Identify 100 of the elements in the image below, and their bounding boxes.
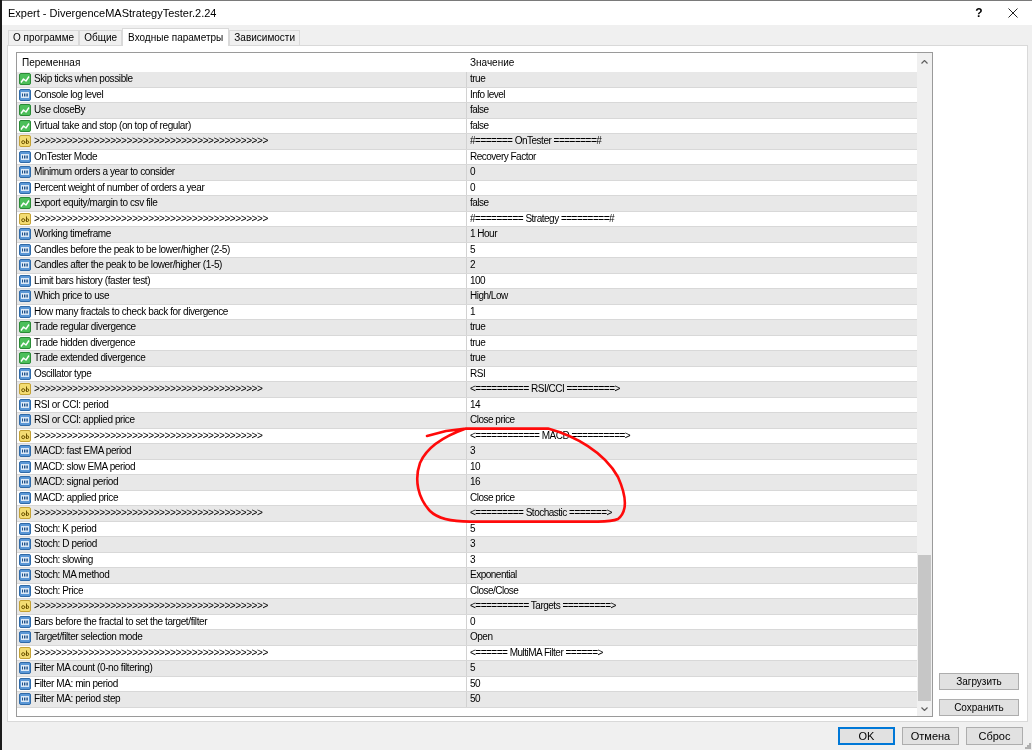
scrollbar-track[interactable] [917, 53, 932, 716]
dialog-button[interactable]: Сброс [966, 727, 1023, 745]
parameter-name: OnTester Mode [34, 151, 98, 162]
parameter-value[interactable]: 50 [470, 694, 481, 705]
parameter-name: >>>>>>>>>>>>>>>>>>>>>>>>>>>>>>>>>>>>>>>>>>> [34, 601, 268, 612]
parameter-value[interactable]: false [470, 198, 489, 209]
parameter-value[interactable]: Recovery Factor [470, 151, 536, 162]
number-tile-icon [19, 553, 31, 566]
number-tile-icon [19, 274, 31, 287]
parameter-name: Stoch: slowing [34, 554, 93, 565]
parameter-value[interactable]: true [470, 353, 486, 364]
side-button[interactable]: Сохранить [939, 699, 1019, 716]
parameter-value[interactable]: true [470, 74, 486, 85]
parameter-name: RSI or CCI: applied price [34, 415, 135, 426]
number-tile-icon [19, 677, 31, 690]
parameter-value[interactable]: 2 [470, 260, 476, 271]
parameter-value[interactable]: 3 [470, 539, 476, 550]
number-tile-icon [19, 662, 31, 675]
parameter-value[interactable]: false [470, 105, 489, 116]
parameter-value[interactable]: Open [470, 632, 493, 643]
number-tile-icon [19, 150, 31, 163]
parameter-value[interactable]: 14 [470, 399, 481, 410]
parameter-value[interactable]: <========== RSI/CCI =========> [470, 384, 620, 395]
parameter-name: Bars before the fractal to set the target/filter [34, 616, 208, 627]
parameter-value[interactable]: 10 [470, 461, 481, 472]
text-tile-icon [19, 212, 31, 225]
parameter-name: >>>>>>>>>>>>>>>>>>>>>>>>>>>>>>>>>>>>>>>>>>> [34, 136, 268, 147]
parameter-value[interactable]: <========== Targets =========> [470, 601, 616, 612]
parameter-name: Limit bars history (faster test) [34, 275, 151, 286]
chevron-up-icon [921, 59, 928, 64]
number-tile-icon [19, 305, 31, 318]
tab[interactable]: О программе [8, 30, 80, 45]
tab[interactable]: Зависимости [229, 30, 300, 45]
parameter-value[interactable]: 5 [470, 663, 476, 674]
resize-grip-icon[interactable] [1025, 743, 1031, 749]
parameter-name: >>>>>>>>>>>>>>>>>>>>>>>>>>>>>>>>>>>>>>>>>>> [34, 647, 268, 658]
scrollbar-thumb[interactable] [918, 555, 931, 701]
number-tile-icon [19, 538, 31, 551]
text-tile-icon [19, 646, 31, 659]
text-tile-icon [19, 507, 31, 520]
parameter-value[interactable]: Close/Close [470, 585, 519, 596]
number-tile-icon [19, 445, 31, 458]
number-tile-icon [19, 259, 31, 272]
side-button[interactable]: Загрузить [939, 673, 1019, 690]
close-icon [1008, 8, 1018, 18]
parameter-name: MACD: slow EMA period [34, 461, 136, 472]
parameter-value[interactable]: true [470, 322, 486, 333]
number-tile-icon [19, 181, 31, 194]
parameter-name: RSI or CCI: period [34, 399, 109, 410]
dialog-button[interactable]: OK [838, 727, 895, 745]
dialog-button[interactable]: Отмена [902, 727, 959, 745]
parameter-value[interactable]: #======= OnTester ========# [470, 136, 602, 147]
chevron-down-icon [921, 706, 928, 711]
number-tile-icon [19, 228, 31, 241]
number-tile-icon [19, 414, 31, 427]
help-button[interactable]: ? [964, 1, 994, 25]
parameter-name: Percent weight of number of orders a year [34, 182, 205, 193]
parameter-name: Export equity/margin to csv file [34, 198, 158, 209]
parameter-value[interactable]: 3 [470, 446, 476, 457]
parameter-name: Stoch: K period [34, 523, 97, 534]
parameter-value[interactable]: <========= Stochastic =======> [470, 508, 612, 519]
parameter-name: Which price to use [34, 291, 110, 302]
parameter-value[interactable]: 0 [470, 616, 476, 627]
parameter-name: Stoch: D period [34, 539, 97, 550]
tab[interactable]: Общие [79, 30, 123, 45]
parameter-value[interactable]: 5 [470, 523, 476, 534]
parameter-value[interactable]: false [470, 120, 489, 131]
text-tile-icon [19, 383, 31, 396]
number-tile-icon [19, 367, 31, 380]
parameter-value[interactable]: High/Low [470, 291, 508, 302]
parameter-value[interactable]: Exponential [470, 570, 517, 581]
parameter-value[interactable]: 16 [470, 477, 481, 488]
parameter-name: MACD: applied price [34, 492, 119, 503]
tab[interactable]: Входные параметры [122, 28, 230, 46]
parameter-value[interactable]: <====== MultiMA Filter ======> [470, 647, 603, 658]
parameter-value[interactable]: Info level [470, 89, 506, 100]
parameter-name: Oscillator type [34, 368, 92, 379]
column-header[interactable]: Переменная [22, 57, 81, 68]
column-header[interactable]: Значение [470, 57, 515, 68]
parameter-value[interactable]: true [470, 337, 486, 348]
parameter-value[interactable]: Close price [470, 415, 515, 426]
parameter-name: >>>>>>>>>>>>>>>>>>>>>>>>>>>>>>>>>>>>>>>>>> [34, 508, 263, 519]
parameter-value[interactable]: #========= Strategy =========# [470, 213, 615, 224]
parameter-value[interactable]: 5 [470, 244, 476, 255]
parameter-name: Console log level [34, 89, 104, 100]
parameter-name: Filter MA: min period [34, 678, 118, 689]
parameter-value[interactable]: 3 [470, 554, 476, 565]
number-tile-icon [19, 693, 31, 706]
parameter-name: Skip ticks when possible [34, 74, 133, 85]
parameter-value[interactable]: 0 [470, 167, 476, 178]
parameter-value[interactable]: Close price [470, 492, 515, 503]
parameter-value[interactable]: RSI [470, 368, 486, 379]
parameter-value[interactable]: 50 [470, 678, 481, 689]
parameter-value[interactable]: 100 [470, 275, 486, 286]
parameter-value[interactable]: 1 Hour [470, 229, 497, 240]
parameter-value[interactable]: 1 [470, 306, 476, 317]
parameter-value[interactable]: 0 [470, 182, 476, 193]
parameter-name: Trade regular divergence [34, 322, 136, 333]
parameter-name: Working timeframe [34, 229, 111, 240]
text-tile-icon [19, 600, 31, 613]
